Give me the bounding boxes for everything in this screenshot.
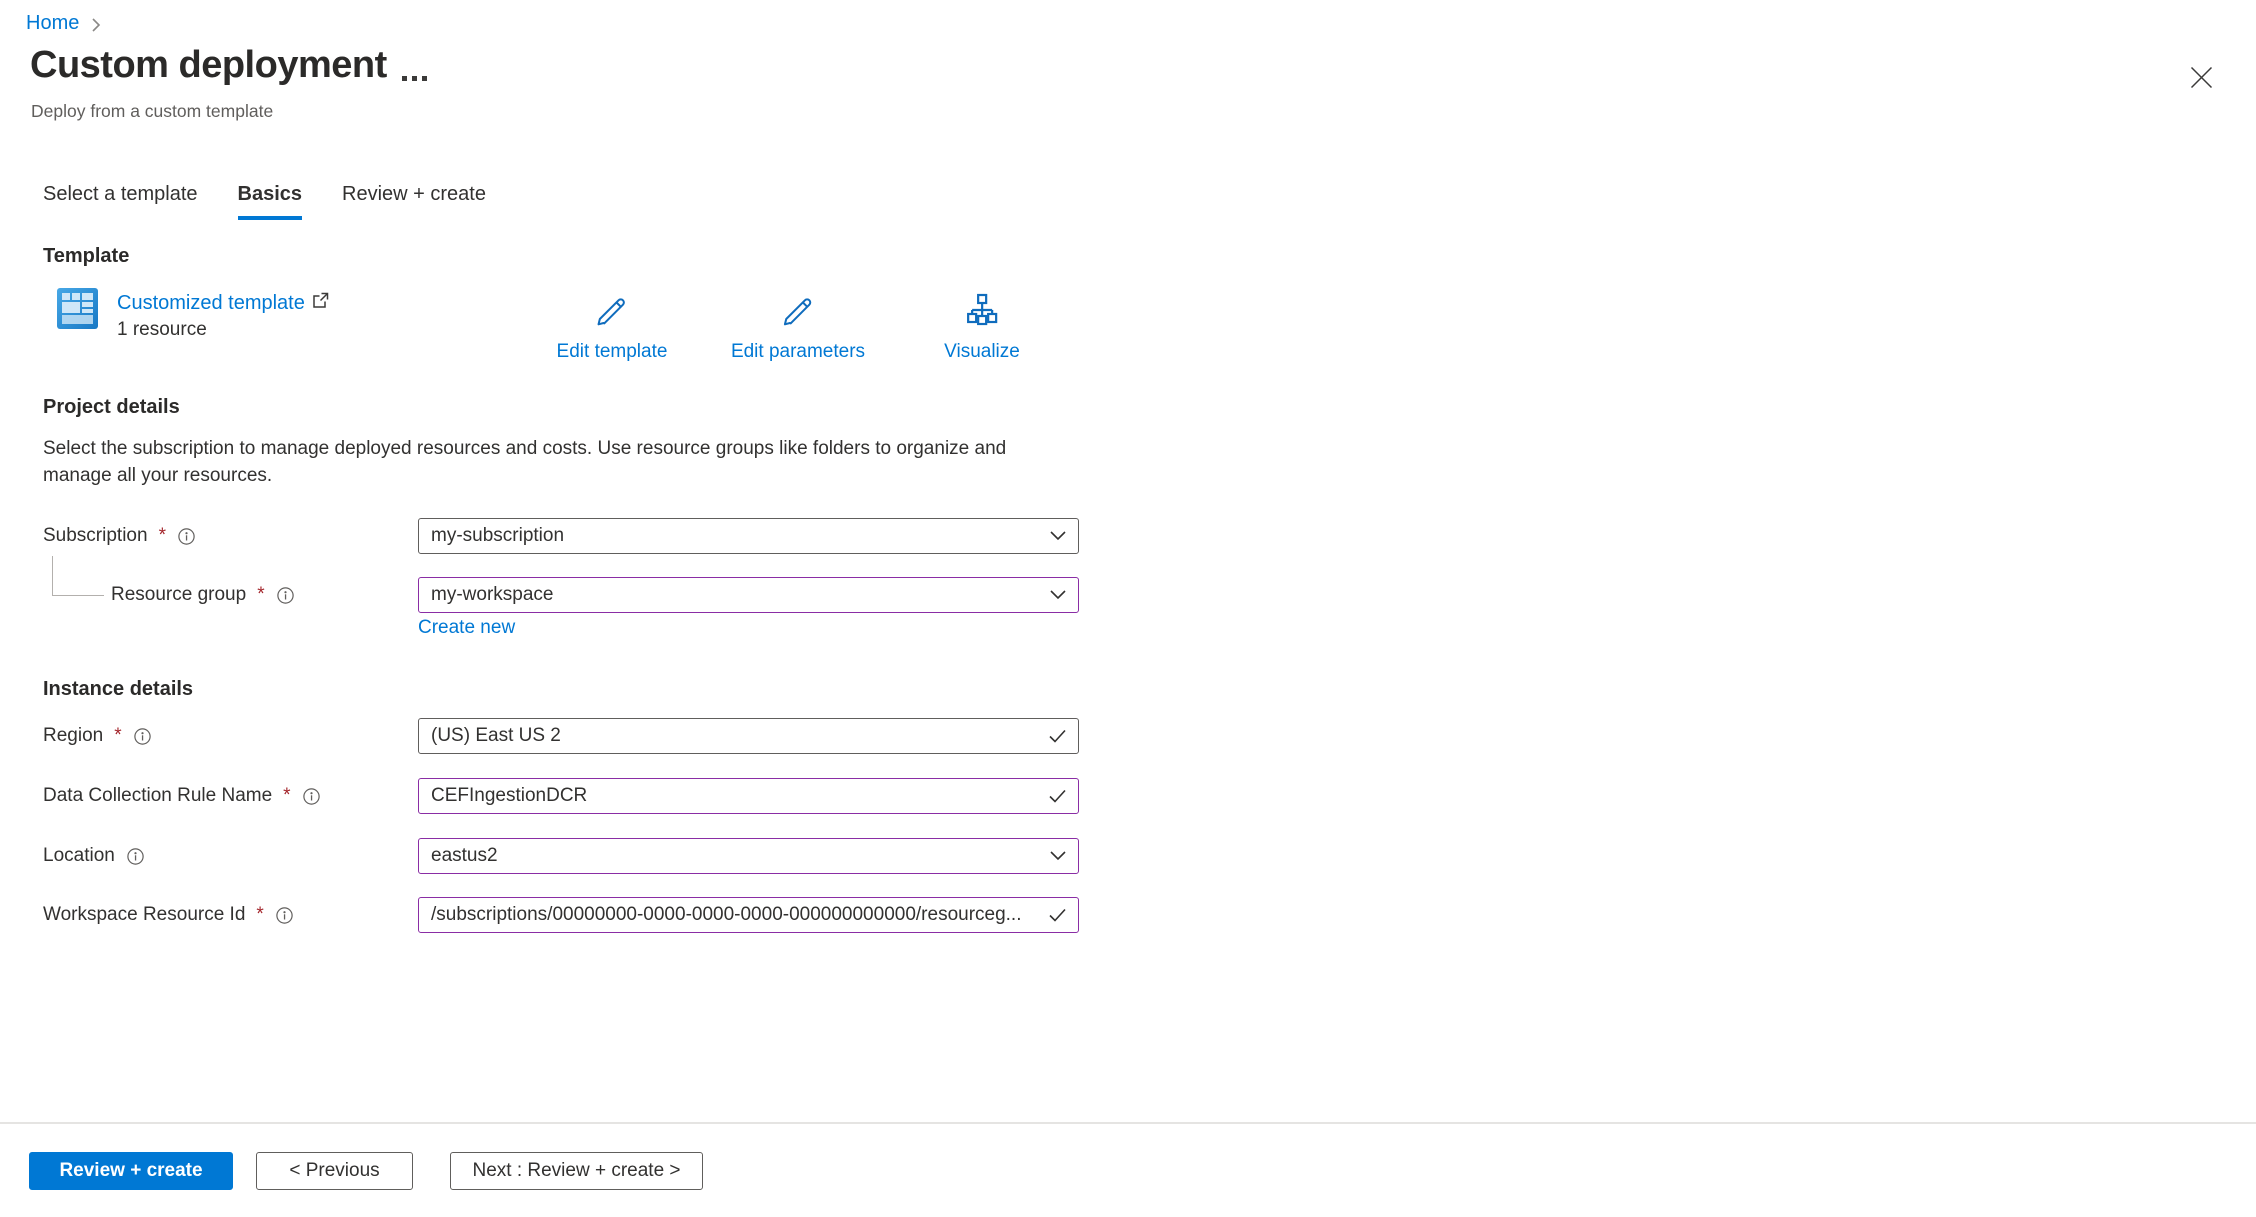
pencil-icon <box>780 293 816 334</box>
required-marker: * <box>159 525 166 547</box>
org-chart-icon <box>964 293 1000 334</box>
dcr-name-row: Data Collection Rule Name* CEFIngestionD… <box>0 778 2256 814</box>
pencil-icon <box>594 293 630 334</box>
checkmark-icon <box>1048 729 1067 744</box>
breadcrumb: Home <box>26 12 102 35</box>
checkmark-icon <box>1048 908 1067 923</box>
chevron-down-icon <box>1049 850 1067 862</box>
edit-template-button[interactable]: Edit template <box>557 293 668 363</box>
breadcrumb-home-link[interactable]: Home <box>26 12 79 35</box>
info-icon[interactable] <box>134 728 151 745</box>
required-marker: * <box>256 904 263 926</box>
edit-parameters-label: Edit parameters <box>731 341 865 363</box>
info-icon[interactable] <box>303 788 320 805</box>
checkmark-icon <box>1048 789 1067 804</box>
region-label: Region* <box>43 718 151 754</box>
project-details-description: Select the subscription to manage deploy… <box>43 435 1043 489</box>
region-row: Region* (US) East US 2 <box>0 718 2256 754</box>
subscription-value: my-subscription <box>431 525 564 547</box>
edit-template-label: Edit template <box>557 341 668 363</box>
chevron-right-icon <box>91 17 102 33</box>
dcr-name-input[interactable]: CEFIngestionDCR <box>418 778 1079 814</box>
workspace-resource-id-input[interactable]: /subscriptions/00000000-0000-0000-0000-0… <box>418 897 1079 933</box>
location-dropdown[interactable]: eastus2 <box>418 838 1079 874</box>
customized-template-link[interactable]: Customized template <box>117 292 329 315</box>
previous-button[interactable]: < Previous <box>256 1152 413 1190</box>
template-resource-count: 1 resource <box>117 319 207 341</box>
external-link-icon <box>312 292 329 315</box>
template-grid-icon <box>57 288 98 329</box>
info-icon[interactable] <box>178 528 195 545</box>
close-icon[interactable] <box>2186 62 2216 92</box>
workspace-resource-id-label: Workspace Resource Id* <box>43 897 293 933</box>
dcr-name-label: Data Collection Rule Name* <box>43 778 320 814</box>
workspace-resource-id-value: /subscriptions/00000000-0000-0000-0000-0… <box>431 904 1022 926</box>
custom-deployment-blade: Home Custom deployment Deploy from a cus… <box>0 0 2256 1217</box>
instance-details-heading: Instance details <box>43 678 193 701</box>
required-marker: * <box>283 785 290 807</box>
location-value: eastus2 <box>431 845 498 867</box>
subscription-row: Subscription* my-subscription <box>0 518 2256 554</box>
resource-group-label: Resource group* <box>111 577 294 613</box>
location-row: Location eastus2 <box>0 838 2256 874</box>
edit-parameters-button[interactable]: Edit parameters <box>731 293 865 363</box>
info-icon[interactable] <box>276 907 293 924</box>
region-value: (US) East US 2 <box>431 725 561 747</box>
info-icon[interactable] <box>127 848 144 865</box>
template-section-heading: Template <box>43 245 129 268</box>
chevron-down-icon <box>1049 589 1067 601</box>
more-options-icon[interactable] <box>398 72 431 85</box>
visualize-button[interactable]: Visualize <box>944 293 1020 363</box>
info-icon[interactable] <box>277 587 294 604</box>
dcr-name-value: CEFIngestionDCR <box>431 785 587 807</box>
tab-bar: Select a template Basics Review + create <box>43 183 526 220</box>
tab-review-create[interactable]: Review + create <box>342 183 486 220</box>
next-review-create-button[interactable]: Next : Review + create > <box>450 1152 703 1190</box>
required-marker: * <box>257 584 264 606</box>
project-details-heading: Project details <box>43 396 180 419</box>
footer-divider <box>0 1122 2256 1124</box>
tab-select-a-template[interactable]: Select a template <box>43 183 198 220</box>
chevron-down-icon <box>1049 530 1067 542</box>
resource-group-value: my-workspace <box>431 584 553 606</box>
customized-template-label: Customized template <box>117 292 305 315</box>
visualize-label: Visualize <box>944 341 1020 363</box>
required-marker: * <box>114 725 121 747</box>
region-dropdown[interactable]: (US) East US 2 <box>418 718 1079 754</box>
create-new-link[interactable]: Create new <box>418 617 515 639</box>
subscription-label: Subscription* <box>43 518 195 554</box>
review-create-button[interactable]: Review + create <box>29 1152 233 1190</box>
resource-group-row: Resource group* my-workspace <box>0 577 2256 613</box>
page-subtitle: Deploy from a custom template <box>31 101 273 122</box>
workspace-resource-id-row: Workspace Resource Id* /subscriptions/00… <box>0 897 2256 933</box>
subscription-dropdown[interactable]: my-subscription <box>418 518 1079 554</box>
location-label: Location <box>43 838 144 874</box>
resource-group-dropdown[interactable]: my-workspace <box>418 577 1079 613</box>
page-title: Custom deployment <box>30 44 387 87</box>
tab-basics[interactable]: Basics <box>238 183 303 220</box>
